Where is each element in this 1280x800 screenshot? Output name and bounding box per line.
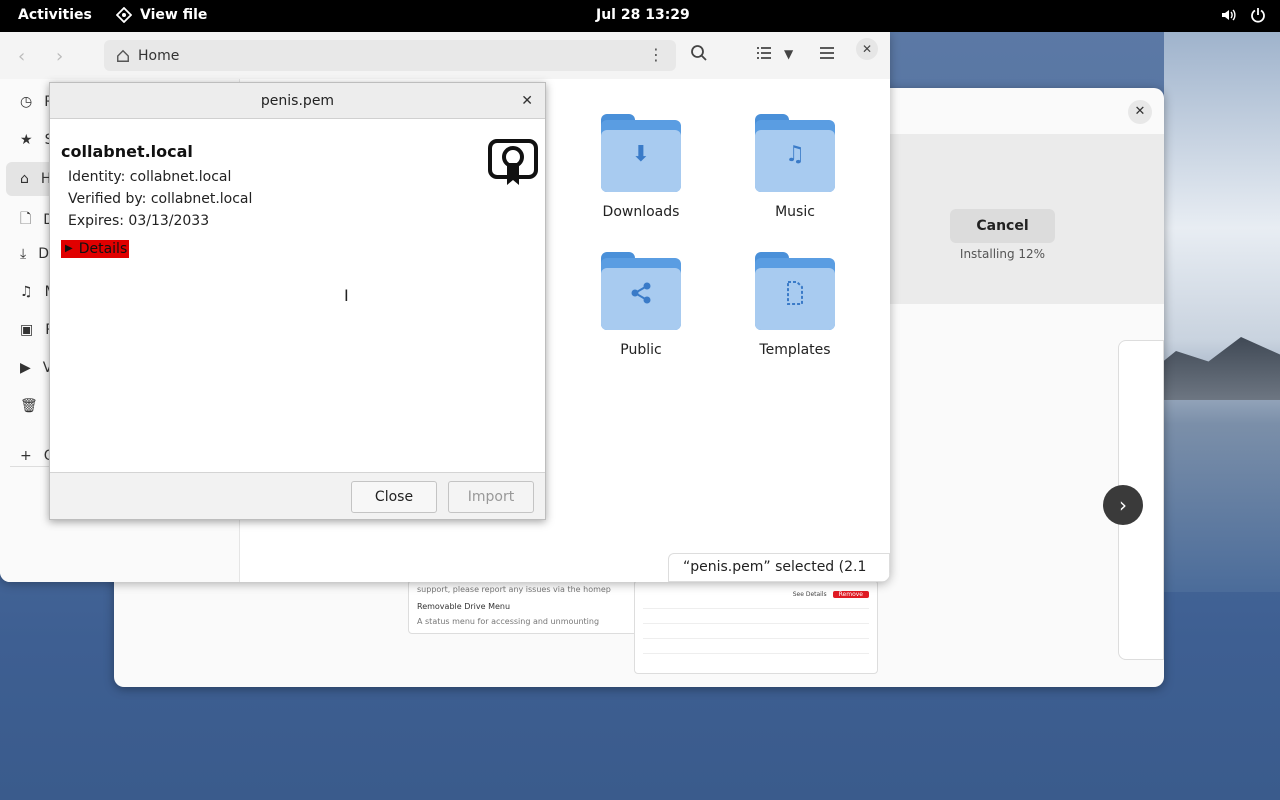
thumbnail-title: Removable Drive Menu [417, 602, 511, 611]
folder-music[interactable]: ♫ Music [735, 112, 855, 220]
cancel-install-button[interactable]: Cancel [950, 209, 1055, 243]
selection-status: “penis.pem” selected (2.1 kB) [668, 553, 890, 582]
sidebar-item-downloads[interactable]: ⤓ D [20, 246, 49, 262]
thumbnail-text: A status menu for accessing and unmounti… [417, 617, 600, 626]
details-expander[interactable]: ▶ Details [61, 240, 130, 258]
plus-icon: + [20, 448, 32, 464]
certificate-identity: Identity: collabnet.local [68, 169, 232, 185]
dialog-footer: Close Import [50, 472, 545, 519]
folder-icon [755, 250, 835, 330]
close-icon[interactable]: ✕ [1128, 100, 1152, 124]
header-bar: ‹ › Home ⋮ ▼ ✕ [0, 32, 890, 79]
folder-icon [601, 250, 681, 330]
document-icon: 🗋 [20, 211, 32, 227]
app-menu[interactable]: View file [116, 7, 207, 23]
download-icon: ⤓ [20, 246, 27, 262]
folder-name: Music [775, 204, 815, 220]
screenshot-thumbnail[interactable]: support, please report any issues via th… [408, 580, 638, 634]
recent-icon: ◷ [20, 94, 33, 110]
back-arrow-icon[interactable]: ‹ [18, 46, 25, 67]
next-screenshot-button[interactable]: › [1103, 485, 1143, 525]
app-diamond-icon [116, 7, 132, 23]
dialog-title: penis.pem [50, 83, 545, 119]
sidebar-item-videos[interactable]: ▶ V [20, 360, 52, 376]
home-icon [117, 49, 129, 62]
thumbnail-text: support, please report any issues via th… [417, 585, 611, 594]
music-icon: ♫ [20, 284, 33, 300]
close-icon[interactable]: ✕ [521, 83, 533, 119]
import-button[interactable]: Import [448, 481, 534, 513]
hamburger-menu-icon[interactable] [818, 44, 836, 67]
details-label: Details [78, 241, 128, 257]
forward-arrow-icon[interactable]: › [56, 46, 63, 67]
star-icon: ★ [20, 132, 33, 148]
certificate-expires: Expires: 03/13/2033 [68, 213, 210, 229]
text-cursor-icon: I [344, 286, 349, 305]
more-options-icon[interactable]: ⋮ [648, 45, 664, 64]
view-options-dropdown-icon[interactable]: ▼ [784, 47, 793, 61]
install-progress-text: Installing 12% [959, 247, 1046, 261]
trash-icon: 🗑 [20, 398, 38, 414]
desktop-wallpaper-clouds [1164, 32, 1280, 592]
folder-downloads[interactable]: ⬇ Downloads [581, 112, 701, 220]
path-label: Home [138, 47, 180, 64]
video-icon: ▶ [20, 360, 31, 376]
folder-public[interactable]: Public [581, 250, 701, 358]
app-name: View file [140, 7, 208, 23]
share-icon [601, 280, 681, 312]
certificate-verified-by: Verified by: collabnet.local [68, 191, 253, 207]
system-tray[interactable] [1220, 7, 1266, 23]
template-icon [755, 280, 835, 312]
home-icon: ⌂ [20, 171, 29, 187]
triangle-right-icon: ▶ [65, 243, 73, 254]
close-button[interactable]: Close [351, 481, 437, 513]
music-icon: ♫ [785, 142, 805, 167]
power-icon [1251, 8, 1265, 23]
close-icon[interactable]: ✕ [856, 38, 878, 60]
list-view-icon[interactable] [755, 44, 773, 67]
thumbnail-remove: Remove [832, 591, 869, 598]
certificate-dialog: penis.pem ✕ collabnet.local Identity: co… [49, 82, 546, 520]
certificate-name: collabnet.local [61, 142, 193, 161]
volume-icon [1222, 9, 1236, 21]
sidebar-item-label: D [38, 246, 49, 262]
folder-name: Templates [759, 342, 831, 358]
folder-templates[interactable]: Templates [735, 250, 855, 358]
top-bar: Activities View file Jul 28 13:29 [0, 0, 1280, 32]
picture-icon: ▣ [20, 322, 34, 338]
certificate-icon [488, 139, 538, 185]
folder-name: Downloads [602, 204, 680, 220]
search-icon[interactable] [690, 44, 708, 67]
activities-button[interactable]: Activities [18, 7, 92, 23]
download-icon: ⬇ [631, 142, 651, 167]
folder-icon: ⬇ [601, 112, 681, 192]
folder-icon: ♫ [755, 112, 835, 192]
folder-name: Public [620, 342, 662, 358]
clock[interactable]: Jul 28 13:29 [596, 7, 690, 23]
thumbnail-link: See Details [792, 591, 827, 598]
screenshot-thumbnail[interactable]: See Details Remove [634, 580, 878, 674]
path-bar[interactable]: Home ⋮ [104, 40, 676, 71]
